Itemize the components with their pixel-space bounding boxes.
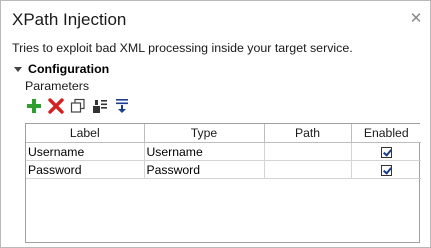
- caret-down-icon: [14, 66, 22, 72]
- dialog-description: Tries to exploit bad XML processing insi…: [12, 41, 353, 55]
- column-header-enabled[interactable]: Enabled: [351, 124, 421, 143]
- table-header-row: Label Type Path Enabled: [26, 124, 421, 143]
- configuration-section-toggle[interactable]: Configuration: [14, 62, 109, 76]
- column-header-label[interactable]: Label: [26, 124, 145, 143]
- cell-path[interactable]: [264, 160, 352, 179]
- copy-icon: [70, 98, 85, 113]
- cell-enabled: [351, 160, 421, 179]
- dialog-title: XPath Injection: [12, 10, 127, 29]
- parameters-table: Label Type Path Enabled Username Usernam…: [25, 123, 421, 243]
- column-header-type[interactable]: Type: [144, 124, 265, 143]
- close-icon[interactable]: ✕: [409, 11, 423, 26]
- add-parameter-button[interactable]: [25, 97, 43, 115]
- parameters-toolbar: [25, 97, 135, 115]
- column-header-path[interactable]: Path: [264, 124, 352, 143]
- cell-label[interactable]: Password: [26, 160, 145, 179]
- move-up-icon: [93, 100, 107, 113]
- dialog-window: XPath Injection ✕ Tries to exploit bad X…: [0, 0, 431, 248]
- section-label: Configuration: [28, 62, 110, 76]
- cell-type[interactable]: Password: [144, 160, 265, 179]
- cell-enabled: [351, 142, 421, 161]
- move-down-icon: [116, 99, 128, 113]
- move-down-button[interactable]: [113, 97, 131, 115]
- delete-icon: [48, 98, 64, 114]
- enabled-checkbox[interactable]: [380, 146, 392, 158]
- cell-type[interactable]: Username: [144, 142, 265, 161]
- table-row[interactable]: Password Password: [26, 160, 421, 179]
- add-icon: [27, 99, 41, 113]
- cell-path[interactable]: [264, 142, 352, 161]
- enabled-checkbox[interactable]: [380, 164, 392, 176]
- cell-label[interactable]: Username: [26, 142, 145, 161]
- parameters-label: Parameters: [25, 79, 90, 93]
- table-row[interactable]: Username Username: [26, 142, 421, 161]
- copy-parameter-button[interactable]: [69, 97, 87, 115]
- delete-parameter-button[interactable]: [47, 97, 65, 115]
- move-up-button[interactable]: [91, 97, 109, 115]
